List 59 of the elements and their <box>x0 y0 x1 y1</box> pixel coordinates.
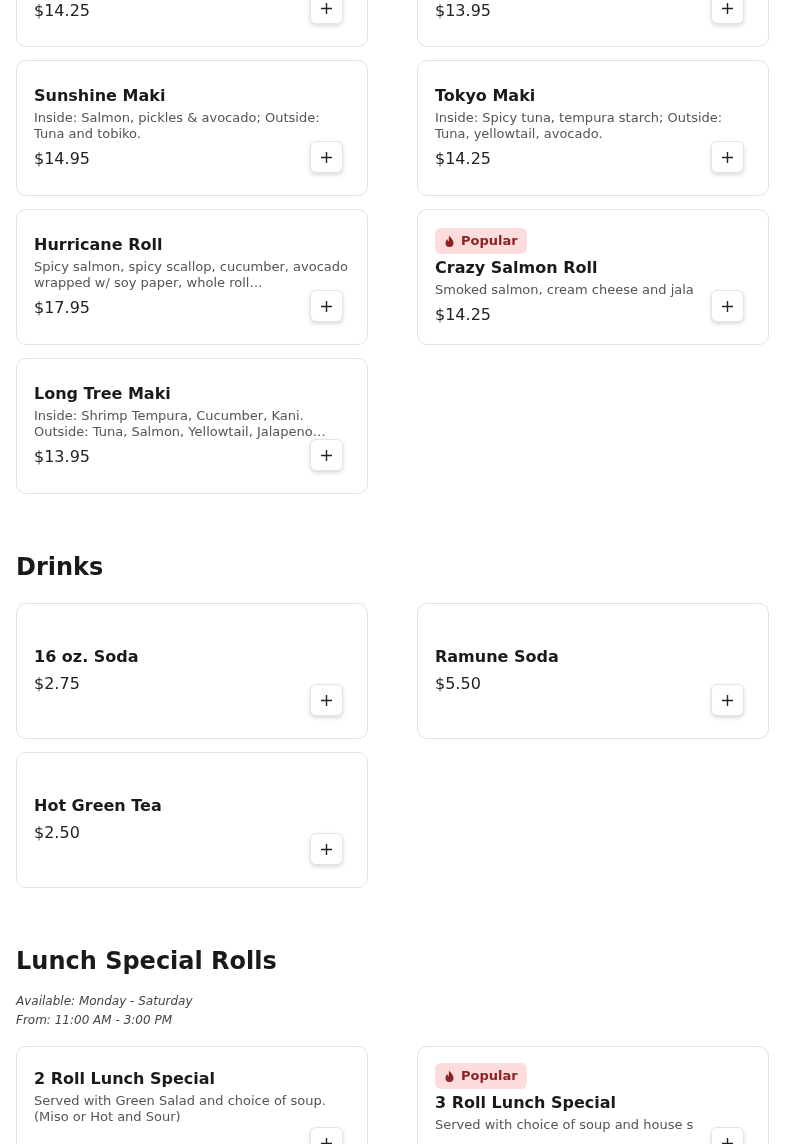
item-description: Inside: Spicy tuna, tempura starch; Outside: Tuna, yellowtail, avocado. <box>435 110 724 142</box>
item-description: Inside: Salmon, pickles & avocado; Outside: Tuna and tobiko. <box>34 110 321 142</box>
item-name: Sunshine Maki <box>34 86 167 106</box>
item-price: $14.25 <box>435 148 491 170</box>
menu-item-card[interactable]: 2 Roll Lunch Special Served with Green Salad and choice of soup. (Miso or Hot and Sour) <box>16 1046 368 1144</box>
plus-icon <box>321 151 332 163</box>
item-name: Hot Green Tea <box>34 796 163 816</box>
item-price: $17.95 <box>34 297 90 319</box>
flame-icon <box>444 1069 455 1083</box>
item-name: Long Tree Maki <box>34 384 172 404</box>
menu-item-card[interactable]: $14.25 <box>16 0 368 47</box>
item-description: Served with choice of soup and house s <box>435 1117 694 1133</box>
item-price: $13.95 <box>435 0 491 22</box>
availability-note: From: 11:00 AM - 3:00 PM <box>16 1012 172 1029</box>
menu-item-card[interactable]: 16 oz. Soda $2.75 <box>16 603 368 739</box>
menu-item-card[interactable]: Hot Green Tea $2.50 <box>16 752 368 888</box>
section-heading: Lunch Special Rolls <box>16 946 278 977</box>
item-name: 16 oz. Soda <box>34 647 140 667</box>
item-description: Served with Green Salad and choice of soup. (Miso or Hot and Sour) <box>34 1093 327 1125</box>
plus-icon <box>321 2 332 14</box>
plus-icon <box>722 2 733 14</box>
menu-item-card[interactable]: Popular 3 Roll Lunch Special Served with choice of soup and house s <box>417 1046 769 1144</box>
plus-icon <box>321 694 332 706</box>
item-price: $13.95 <box>34 446 90 468</box>
item-price: $2.75 <box>34 673 80 695</box>
menu-item-card[interactable]: $13.95 <box>417 0 769 47</box>
item-name: Ramune Soda <box>435 647 560 667</box>
flame-icon <box>444 234 455 248</box>
popular-badge: Popular <box>435 1063 527 1089</box>
item-description: Inside: Shrimp Tempura, Cucumber, Kani. Outside: Tuna, Salmon, Yellowtail, Jalapeno… <box>34 408 327 440</box>
availability-note: Available: Monday - Saturday <box>16 993 193 1010</box>
item-name: Tokyo Maki <box>435 86 537 106</box>
add-button[interactable] <box>310 0 343 24</box>
plus-icon <box>321 300 332 312</box>
plus-icon <box>321 843 332 855</box>
item-price: $14.25 <box>34 0 90 22</box>
plus-icon <box>722 694 733 706</box>
menu-item-card[interactable]: Popular Crazy Salmon Roll Smoked salmon, cream cheese and jala $14.25 <box>417 209 769 345</box>
plus-icon <box>321 449 332 461</box>
item-name: 2 Roll Lunch Special <box>34 1069 217 1089</box>
popular-badge: Popular <box>435 228 527 254</box>
section-heading: Drinks <box>16 552 105 583</box>
item-price: $14.95 <box>34 148 90 170</box>
item-price: $2.50 <box>34 822 80 844</box>
menu-item-card[interactable]: Sunshine Maki Inside: Salmon, pickles & avocado; Outside: Tuna and tobiko. $14.95 <box>16 60 368 196</box>
item-name: Hurricane Roll <box>34 235 164 255</box>
plus-icon <box>722 151 733 163</box>
menu-item-card[interactable]: Long Tree Maki Inside: Shrimp Tempura, Cucumber, Kani. Outside: Tuna, Salmon, Yellowtail, Jalapeno… $13.95 <box>16 358 368 494</box>
plus-icon <box>722 300 733 312</box>
menu-item-card[interactable]: Ramune Soda $5.50 <box>417 603 769 739</box>
add-button[interactable] <box>711 0 744 24</box>
item-name: 3 Roll Lunch Special <box>435 1093 618 1113</box>
menu-item-card[interactable]: Tokyo Maki Inside: Spicy tuna, tempura starch; Outside: Tuna, yellowtail, avocado. $14.25 <box>417 60 769 196</box>
item-description: Smoked salmon, cream cheese and jala <box>435 282 694 298</box>
item-name: Crazy Salmon Roll <box>435 258 599 278</box>
item-description: Spicy salmon, spicy scallop, cucumber, avocado wrapped w/ soy paper, whole roll… <box>34 259 349 291</box>
item-price: $5.50 <box>435 673 481 695</box>
item-price: $14.25 <box>435 304 491 326</box>
menu-item-card[interactable]: Hurricane Roll Spicy salmon, spicy scallop, cucumber, avocado wrapped w/ soy paper, whole roll… $17.95 <box>16 209 368 345</box>
